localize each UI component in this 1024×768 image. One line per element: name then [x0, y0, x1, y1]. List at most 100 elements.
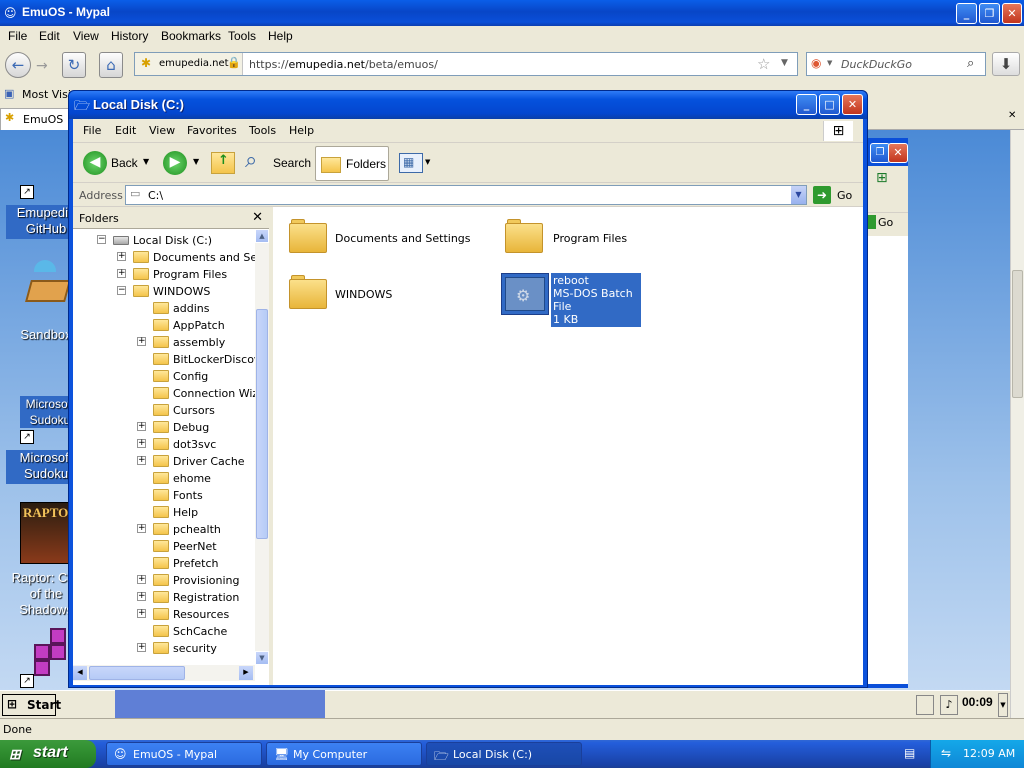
tetris-icon[interactable] [34, 628, 68, 678]
taskbar-item-local-disk[interactable]: 🗁 Local Disk (C:) [426, 742, 582, 766]
start-button[interactable]: ⊞ start [0, 740, 96, 768]
search-button-label[interactable]: Search [273, 156, 311, 170]
explorer-close-button[interactable]: ✕ [842, 94, 863, 115]
explorer-titlebar[interactable]: 🗁 Local Disk (C:) _ □ ✕ [69, 91, 867, 119]
taskbar-item-my-computer[interactable]: 🖥 My Computer [266, 742, 422, 766]
collapse-icon[interactable]: − [97, 235, 106, 244]
menu-file[interactable]: File [8, 29, 27, 43]
menu-history[interactable]: History [111, 29, 148, 43]
tree-item[interactable]: ehome [73, 470, 255, 487]
back-window-close-button[interactable]: ✕ [888, 143, 908, 163]
tree-item[interactable]: + Driver Cache [73, 453, 255, 470]
tree-item[interactable]: Help [73, 504, 255, 521]
ex-menu-help[interactable]: Help [289, 124, 314, 137]
ex-menu-favorites[interactable]: Favorites [187, 124, 237, 137]
folder-up-icon[interactable]: ↑ [211, 152, 235, 174]
scroll-up-icon[interactable]: ▲ [255, 229, 269, 243]
emuos-start-button[interactable]: ⊞ Start [2, 694, 61, 716]
menu-bookmarks[interactable]: Bookmarks [161, 29, 221, 43]
tree-hscroll-thumb[interactable] [89, 666, 185, 680]
tree-item[interactable]: + Registration [73, 589, 255, 606]
url-dropdown-icon[interactable]: ▼ [781, 58, 788, 68]
back-dropdown-icon[interactable]: ▼ [143, 157, 149, 166]
address-dropdown-icon[interactable]: ▼ [790, 186, 806, 204]
file-item-program-files[interactable]: Program Files [553, 232, 627, 245]
tree-vertical-scrollbar[interactable]: ▲ ▼ [255, 229, 269, 665]
menu-view[interactable]: View [73, 29, 99, 43]
tree-horizontal-scrollbar[interactable]: ◀ ▶ [73, 665, 255, 681]
tree-item[interactable]: AppPatch [73, 317, 255, 334]
tree-item[interactable]: Prefetch [73, 555, 255, 572]
scroll-down-icon[interactable]: ▼ [255, 651, 269, 665]
batch-file-icon[interactable]: ⚙ [501, 273, 549, 315]
menu-edit[interactable]: Edit [39, 29, 60, 43]
tree-item[interactable]: + Documents and Settings [73, 249, 255, 266]
search-engine-dropdown-icon[interactable]: ▼ [827, 59, 832, 67]
back-window-maximize-button[interactable]: ❐ [870, 143, 890, 163]
tree-item[interactable]: − WINDOWS [73, 283, 255, 300]
tree-item[interactable]: + pchealth [73, 521, 255, 538]
volume-icon[interactable]: ♪ [940, 695, 958, 715]
search-icon[interactable]: ⌕ [245, 148, 257, 173]
url-bar[interactable]: ✱ emupedia.net 🔒 https://emupedia.net/be… [134, 52, 798, 76]
back-button-label[interactable]: Back [111, 156, 138, 170]
file-item-reboot[interactable]: reboot MS-DOS Batch File 1 KB [551, 273, 641, 327]
expand-icon[interactable]: + [117, 252, 126, 261]
tab-emuos[interactable]: ✱ EmuOS [0, 108, 72, 130]
forward-dropdown-icon[interactable]: ▼ [193, 157, 199, 166]
tree-item[interactable]: + Provisioning [73, 572, 255, 589]
scroll-right-icon[interactable]: ▶ [239, 666, 253, 680]
expand-icon[interactable]: + [137, 524, 146, 533]
expand-icon[interactable]: + [137, 337, 146, 346]
tree-item[interactable]: PeerNet [73, 538, 255, 555]
bookmark-star-icon[interactable]: ☆ [757, 55, 770, 73]
scroll-left-icon[interactable]: ◀ [73, 666, 87, 680]
search-bar[interactable]: ◉ ▼ DuckDuckGo ⌕ [806, 52, 986, 76]
ex-menu-edit[interactable]: Edit [115, 124, 136, 137]
browser-vertical-scrollbar[interactable] [1010, 130, 1024, 718]
expand-icon[interactable]: + [137, 456, 146, 465]
scroll-down-icon[interactable]: ▼ [998, 693, 1008, 717]
network-icon[interactable]: ⇋ [941, 746, 951, 760]
taskbar-item-emuos-mypal[interactable]: ☺ EmuOS - Mypal [106, 742, 262, 766]
tree-item[interactable]: Cursors [73, 402, 255, 419]
menu-tools[interactable]: Tools [228, 29, 256, 43]
address-input[interactable]: ▭ C:\ ▼ [125, 185, 807, 205]
go-button[interactable]: ➜ Go [813, 186, 857, 204]
browser-titlebar[interactable]: ☺ EmuOS - Mypal _ ❐ ✕ [0, 0, 1024, 26]
tree-item[interactable]: Connection Wizard [73, 385, 255, 402]
expand-icon[interactable]: + [137, 643, 146, 652]
folder-icon[interactable] [289, 275, 329, 309]
expand-icon[interactable]: + [117, 269, 126, 278]
keyboard-icon[interactable]: ▤ [904, 746, 915, 760]
tree-item[interactable]: Config [73, 368, 255, 385]
tray-slot-icon[interactable] [916, 695, 934, 715]
collapse-icon[interactable]: − [117, 286, 126, 295]
back-window-go-button[interactable]: Go [864, 212, 908, 232]
ex-menu-tools[interactable]: Tools [249, 124, 276, 137]
explorer-maximize-button[interactable]: □ [819, 94, 840, 115]
expand-icon[interactable]: + [137, 422, 146, 431]
tree-item[interactable]: + dot3svc [73, 436, 255, 453]
reload-icon[interactable]: ↻ [62, 52, 86, 78]
tree-item[interactable]: SchCache [73, 623, 255, 640]
views-dropdown-icon[interactable]: ▼ [425, 158, 430, 166]
tree-item[interactable]: + Debug [73, 419, 255, 436]
download-arrow-icon[interactable]: ⬇ [992, 52, 1020, 76]
tree-item[interactable]: + Resources [73, 606, 255, 623]
expand-icon[interactable]: + [137, 609, 146, 618]
file-item-windows[interactable]: WINDOWS [335, 288, 392, 301]
forward-arrow-icon[interactable]: ▶ [163, 151, 187, 175]
close-pane-icon[interactable]: ✕ [252, 210, 263, 225]
file-item-documents-and-settings[interactable]: Documents and Settings [335, 232, 471, 245]
tree-scroll-thumb[interactable] [256, 309, 268, 539]
folder-icon[interactable] [289, 219, 329, 253]
folder-icon[interactable] [505, 219, 545, 253]
restore-button[interactable]: ❐ [979, 3, 1000, 24]
expand-icon[interactable]: + [137, 575, 146, 584]
tree-item[interactable]: BitLockerDiscovery [73, 351, 255, 368]
tree-item[interactable]: addins [73, 300, 255, 317]
expand-icon[interactable]: + [137, 439, 146, 448]
back-arrow-icon[interactable]: ← [5, 52, 31, 78]
tree-item[interactable]: − Local Disk (C:) [73, 232, 255, 249]
